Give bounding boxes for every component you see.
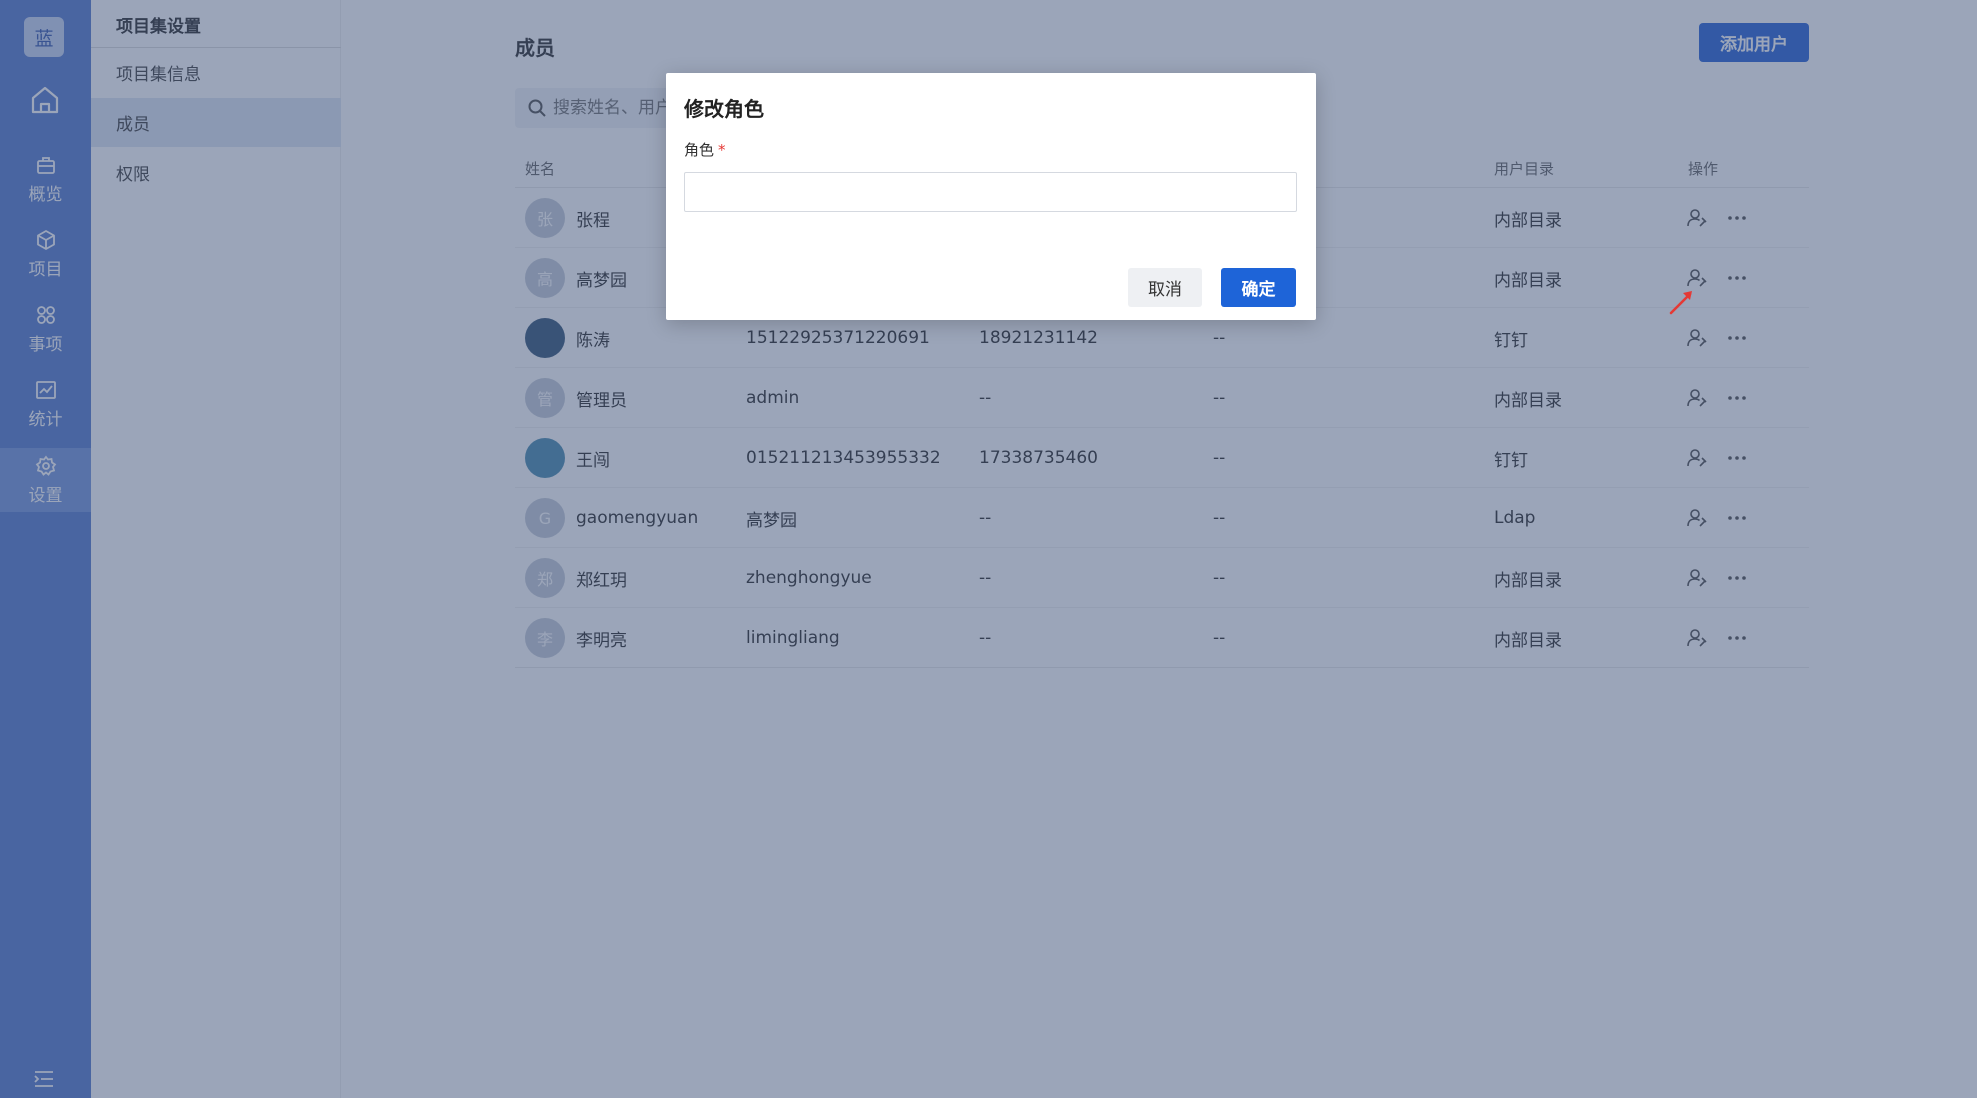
edit-role-dialog: 修改角色 角色 * 取消 确定: [666, 73, 1316, 320]
confirm-button[interactable]: 确定: [1221, 268, 1296, 307]
required-mark: *: [718, 141, 726, 159]
annotation-arrow-icon: [1669, 291, 1692, 315]
role-input[interactable]: [684, 172, 1297, 212]
role-field-label: 角色 *: [684, 141, 726, 159]
cancel-button[interactable]: 取消: [1128, 268, 1202, 307]
dialog-title: 修改角色: [684, 97, 764, 121]
